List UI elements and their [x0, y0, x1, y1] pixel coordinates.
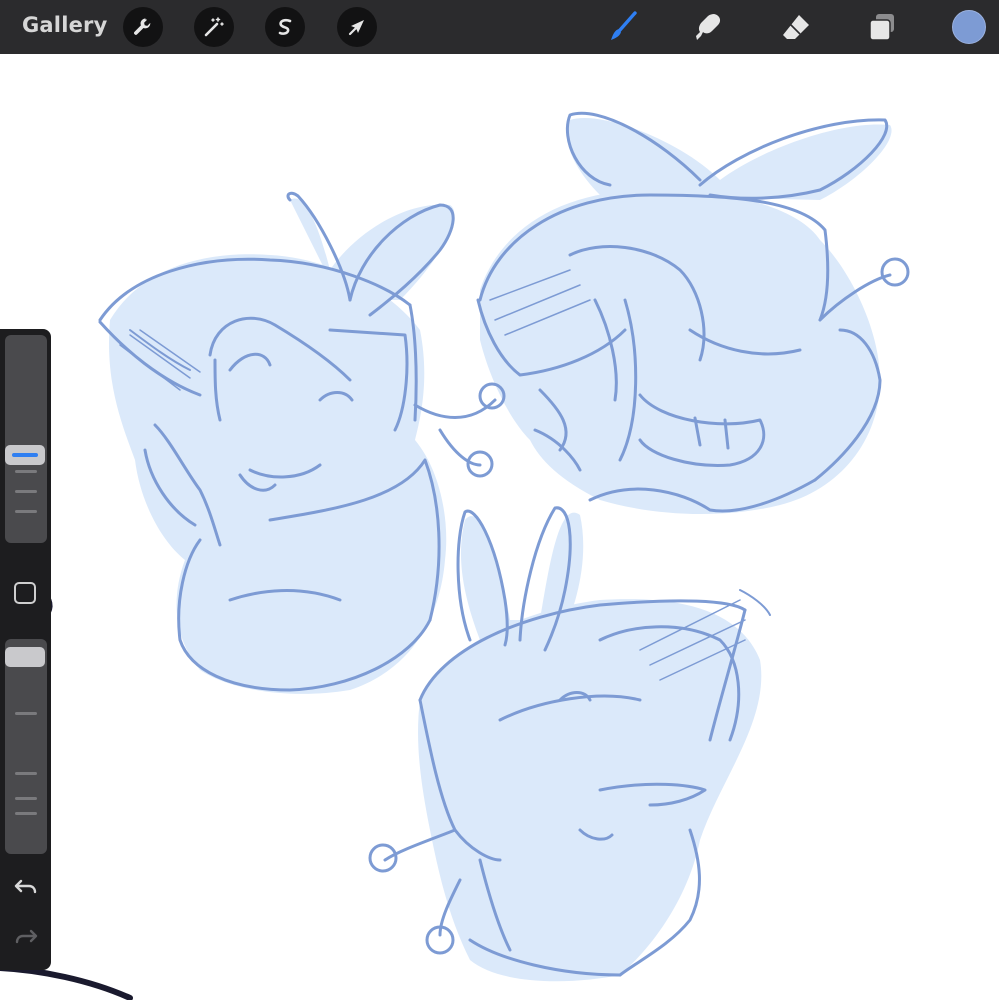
brush-size-slider[interactable]: [5, 335, 47, 543]
color-picker[interactable]: [952, 10, 986, 44]
actions-button[interactable]: [123, 7, 163, 47]
undo-icon[interactable]: [12, 872, 40, 900]
adjustments-button[interactable]: [194, 7, 234, 47]
top-toolbar: Gallery: [0, 0, 999, 54]
modify-button[interactable]: [14, 582, 36, 604]
opacity-thumb[interactable]: [5, 647, 45, 667]
wrench-icon: [134, 18, 151, 35]
eraser-tool[interactable]: [777, 8, 815, 46]
eraser-icon: [783, 15, 809, 39]
slider-tick: [15, 712, 37, 715]
layers-button[interactable]: [863, 8, 901, 46]
magic-wand-icon: [204, 17, 224, 37]
brush-tool[interactable]: [604, 8, 642, 46]
selection-button[interactable]: [265, 7, 305, 47]
brush-icon: [611, 11, 637, 40]
gallery-button[interactable]: Gallery: [22, 13, 108, 37]
slider-tick: [15, 470, 37, 473]
brush-size-thumb[interactable]: [5, 445, 45, 465]
layers-icon: [869, 14, 894, 41]
redo-icon[interactable]: [12, 922, 40, 950]
drawing-canvas[interactable]: [0, 54, 999, 1000]
slider-tick: [15, 812, 37, 815]
slider-tick: [15, 797, 37, 800]
slider-tick: [15, 490, 37, 493]
selection-icon: [278, 18, 292, 35]
slider-tick: [15, 772, 37, 775]
opacity-slider[interactable]: [5, 639, 47, 854]
smudge-icon: [696, 14, 721, 40]
transform-arrow-icon: [348, 20, 364, 36]
slider-tick: [15, 510, 37, 513]
smudge-tool[interactable]: [690, 8, 728, 46]
side-toolbar: [0, 329, 51, 970]
transform-button[interactable]: [337, 7, 377, 47]
